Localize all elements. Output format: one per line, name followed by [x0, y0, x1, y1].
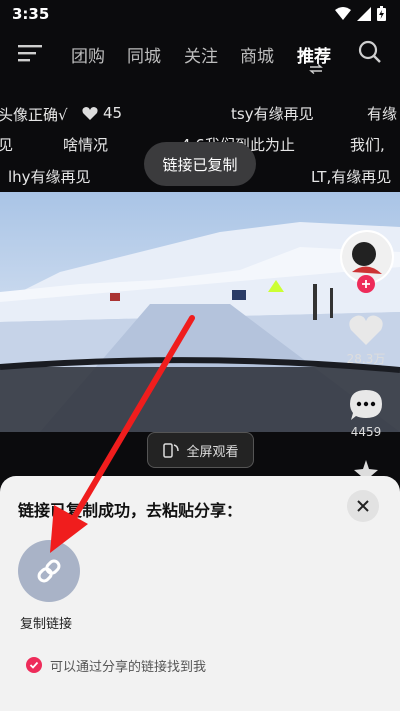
battery-icon	[377, 6, 386, 21]
checkbox[interactable]	[26, 657, 42, 673]
copy-link-label: 复制链接	[20, 617, 73, 632]
close-button[interactable]	[347, 490, 379, 522]
tab-groupbuy[interactable]: 团购	[71, 42, 105, 67]
star-icon[interactable]	[354, 460, 378, 476]
video-scene	[0, 222, 400, 432]
status-icons	[335, 6, 386, 21]
signal-icon	[357, 6, 371, 21]
danmaku-item: 啥情况	[63, 136, 109, 154]
rotate-screen-icon	[163, 443, 180, 458]
like-count: 28.3万	[346, 352, 386, 366]
tab-mall[interactable]: 商城	[240, 42, 274, 67]
link-icon	[37, 559, 61, 583]
tab-following[interactable]: 关注	[184, 42, 218, 67]
comment-icon[interactable]	[348, 388, 384, 422]
copied-toast: 链接已复制	[144, 142, 256, 186]
tab-local[interactable]: 同城	[127, 42, 161, 67]
search-icon[interactable]	[358, 40, 382, 64]
danmaku-item: lhy有缘再见	[8, 168, 91, 186]
danmaku-item: 头像正确√	[0, 106, 68, 124]
danmaku-item: 45	[103, 104, 123, 122]
fullscreen-label: 全屏观看	[186, 444, 239, 460]
danmaku-item: 我们,	[350, 136, 385, 154]
danmaku-item: tsy有缘再见	[231, 105, 314, 123]
wifi-icon	[335, 6, 351, 20]
status-time: 3:35	[12, 5, 50, 23]
checkbox-label: 可以通过分享的链接找到我	[50, 660, 207, 675]
copy-link-button[interactable]	[18, 540, 80, 602]
video-frame[interactable]	[0, 192, 400, 432]
menu-icon[interactable]	[18, 43, 42, 63]
danmaku-item: LT,有缘再见	[311, 168, 392, 186]
top-nav: 团购 同城 关注 商城 推荐	[0, 34, 400, 74]
heart-icon	[82, 107, 98, 120]
danmaku-item: 有缘	[367, 105, 398, 123]
switch-arrows-icon	[309, 64, 323, 74]
plus-icon	[362, 280, 370, 288]
follow-button[interactable]	[357, 275, 375, 293]
close-icon	[357, 500, 369, 512]
fullscreen-button[interactable]: 全屏观看	[147, 432, 254, 468]
check-icon	[29, 661, 39, 669]
sheet-title: 链接已复制成功，去粘贴分享：	[18, 501, 243, 520]
danmaku-item: 见	[0, 136, 14, 154]
heart-icon[interactable]	[348, 314, 384, 346]
comment-count: 4459	[350, 425, 382, 439]
share-sheet: 链接已复制成功，去粘贴分享： 复制链接 可以通过分享的链接找到我	[0, 476, 400, 711]
